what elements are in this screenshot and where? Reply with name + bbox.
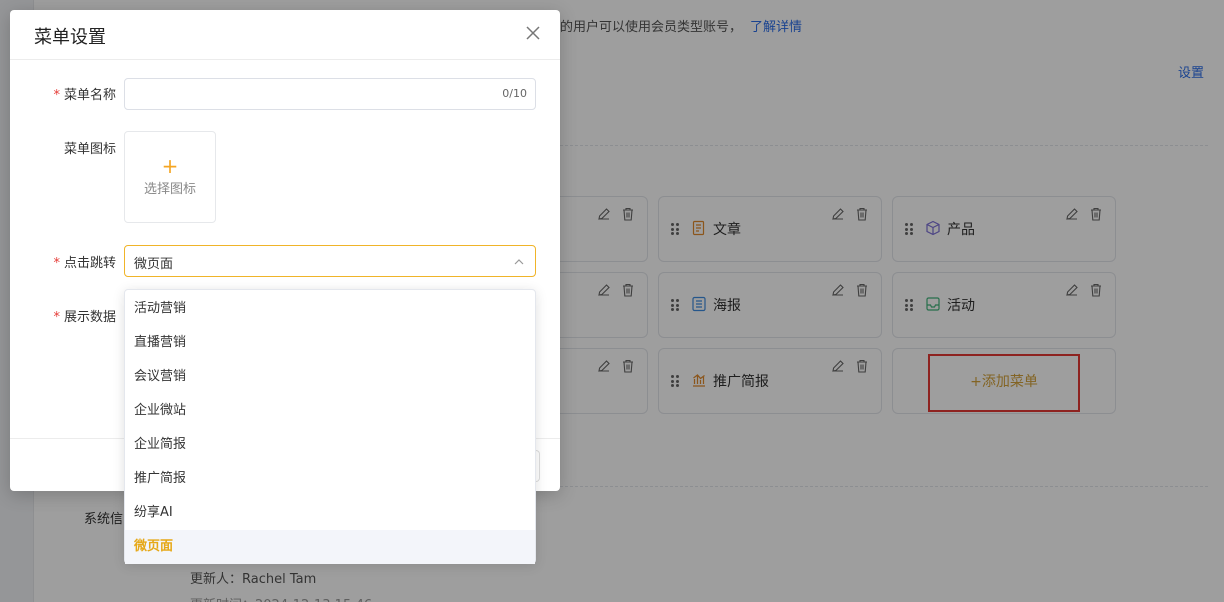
- dialog-header: 菜单设置: [10, 10, 560, 60]
- display-data-label: * 展示数据: [53, 310, 116, 325]
- menu-name-label: * 菜单名称: [53, 88, 116, 103]
- icon-picker-text: 选择图标: [143, 182, 196, 197]
- menu-icon-label: 菜单图标: [63, 142, 116, 157]
- jump-options-dropdown: 活动营销 直播营销 会议营销 企业微站 企业简报 推广简报 纷享AI 微页面: [124, 289, 536, 564]
- icon-picker-button[interactable]: + 选择图标: [124, 131, 216, 223]
- dropdown-option[interactable]: 企业微站: [125, 394, 535, 428]
- dialog-title: 菜单设置: [34, 27, 106, 48]
- dropdown-option[interactable]: 会议营销: [125, 360, 535, 394]
- chevron-up-icon: [513, 256, 525, 268]
- dropdown-option[interactable]: 活动营销: [125, 292, 535, 326]
- menu-name-field[interactable]: 0/10: [124, 78, 536, 110]
- dropdown-option[interactable]: 推广简报: [125, 462, 535, 496]
- close-icon[interactable]: [524, 24, 542, 42]
- select-value: 微页面: [134, 257, 174, 272]
- dropdown-option[interactable]: 纷享AI: [125, 496, 535, 530]
- dropdown-option[interactable]: 企业简报: [125, 428, 535, 462]
- click-jump-select[interactable]: 微页面: [124, 245, 536, 277]
- dropdown-option[interactable]: 直播营销: [125, 326, 535, 360]
- click-jump-label: * 点击跳转: [53, 256, 116, 271]
- menu-name-input[interactable]: [125, 79, 485, 109]
- plus-icon: +: [161, 154, 179, 178]
- dropdown-option-selected[interactable]: 微页面: [125, 530, 535, 564]
- char-counter: 0/10: [502, 87, 527, 100]
